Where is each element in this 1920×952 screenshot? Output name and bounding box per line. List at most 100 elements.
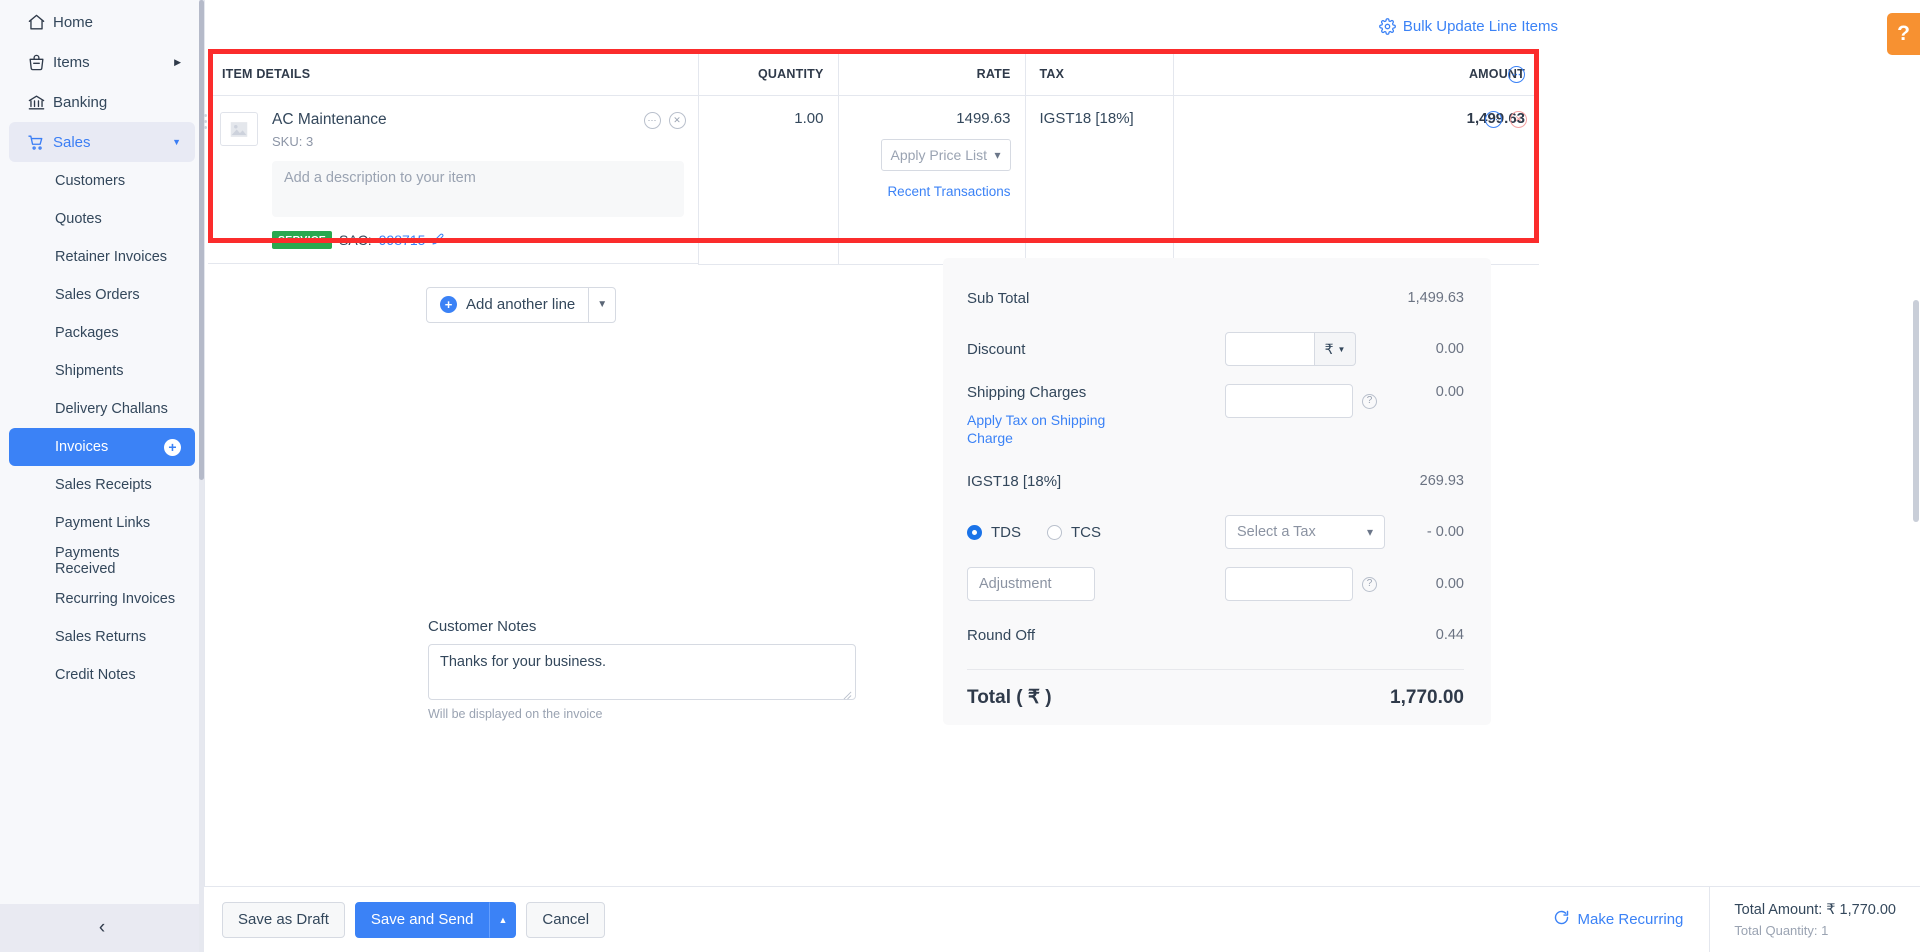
discount-row: Discount ₹ ▼ 0.00: [967, 332, 1464, 366]
adjustment-label-input[interactable]: Adjustment: [967, 567, 1095, 601]
sidebar-item-home-label: Home: [53, 14, 181, 31]
tds-amount: - 0.00: [1385, 524, 1464, 540]
amount-more-icon[interactable]: ⋯: [1485, 111, 1502, 128]
save-and-send-dropdown[interactable]: ▲: [489, 902, 516, 938]
column-header-tax: TAX: [1025, 53, 1173, 96]
cell-tax: IGST18 [18%]: [1025, 96, 1173, 265]
sidebar-item-sales-receipts[interactable]: Sales Receipts: [9, 466, 195, 504]
sidebar-item-shipments[interactable]: Shipments: [9, 352, 195, 390]
sidebar-item-customers[interactable]: Customers: [9, 162, 195, 200]
refresh-icon: [1553, 909, 1570, 930]
save-as-draft-button[interactable]: Save as Draft: [222, 902, 345, 938]
sub-total-label: Sub Total: [967, 290, 1225, 307]
bulk-update-row: Bulk Update Line Items: [204, 0, 1920, 52]
column-header-item-details: ITEM DETAILS: [208, 53, 698, 96]
add-another-line-dropdown[interactable]: ▼: [588, 288, 615, 322]
adjustment-input[interactable]: [1225, 567, 1353, 601]
page-scrollbar[interactable]: [1912, 0, 1920, 952]
bulk-update-line-items-label: Bulk Update Line Items: [1403, 18, 1558, 35]
add-another-line-label: Add another line: [466, 296, 575, 313]
sidebar-item-payment-links-label: Payment Links: [55, 515, 181, 531]
sidebar-item-sales-orders-label: Sales Orders: [55, 287, 181, 303]
pencil-icon[interactable]: [432, 233, 444, 248]
chevron-down-icon: ▾: [1367, 525, 1373, 539]
sidebar-item-sales-returns[interactable]: Sales Returns: [9, 618, 195, 656]
adjustment-amount: 0.00: [1377, 576, 1464, 592]
bulk-update-line-items-link[interactable]: Bulk Update Line Items: [1379, 18, 1558, 35]
sidebar: Home Items ▶ Banking Sales ▼: [0, 0, 204, 952]
sidebar-item-retainer-invoices[interactable]: Retainer Invoices: [9, 238, 195, 276]
shipping-controls: ?: [1225, 384, 1377, 418]
help-button[interactable]: ?: [1887, 13, 1920, 55]
sidebar-item-credit-notes[interactable]: Credit Notes: [9, 656, 195, 694]
sidebar-item-invoices[interactable]: Invoices +: [9, 428, 195, 466]
tds-radio[interactable]: [967, 525, 982, 540]
service-badge: SERVICE: [272, 231, 332, 249]
select-tax-dropdown[interactable]: Select a Tax ▾: [1225, 515, 1385, 549]
sidebar-group-sales[interactable]: Sales ▼: [9, 122, 195, 162]
cell-quantity[interactable]: 1.00: [698, 96, 838, 265]
customer-notes-textarea[interactable]: Thanks for your business.: [428, 644, 856, 700]
sidebar-item-recurring-invoices[interactable]: Recurring Invoices: [9, 580, 195, 618]
rate-value[interactable]: 1499.63: [853, 110, 1011, 127]
save-and-send-button[interactable]: Save and Send: [355, 902, 490, 938]
home-icon: [27, 13, 53, 32]
amount-remove-icon[interactable]: ✕: [1510, 111, 1527, 128]
tds-tax-controls: Select a Tax ▾: [1225, 515, 1385, 549]
add-another-line-main[interactable]: + Add another line: [427, 296, 588, 313]
make-recurring-button[interactable]: Make Recurring: [1553, 909, 1684, 930]
tax-select[interactable]: IGST18 [18%]: [1040, 110, 1159, 127]
apply-price-list-select[interactable]: Apply Price List ▾: [881, 139, 1011, 171]
plus-icon: +: [440, 296, 457, 313]
customer-notes-section: Customer Notes Thanks for your business.…: [428, 618, 856, 721]
item-info: AC Maintenance SKU: 3 Add a description …: [258, 110, 684, 249]
footer-total-quantity: Total Quantity: 1: [1734, 923, 1896, 938]
discount-amount: 0.00: [1360, 341, 1464, 357]
discount-input[interactable]: [1225, 332, 1315, 366]
tax-amount: 269.93: [1360, 473, 1464, 489]
grand-total-row: Total ( ₹ ) 1,770.00: [967, 669, 1464, 709]
cell-item-details: AC Maintenance SKU: 3 Add a description …: [208, 96, 698, 264]
sidebar-item-home[interactable]: Home: [9, 2, 195, 42]
customer-notes-hint: Will be displayed on the invoice: [428, 707, 856, 721]
sidebar-item-delivery-challans[interactable]: Delivery Challans: [9, 390, 195, 428]
add-invoice-icon[interactable]: +: [164, 439, 181, 456]
tcs-radio[interactable]: [1047, 525, 1062, 540]
sidebar-item-quotes[interactable]: Quotes: [9, 200, 195, 238]
sidebar-item-items[interactable]: Items ▶: [9, 42, 195, 82]
add-another-line-button[interactable]: + Add another line ▼: [426, 287, 616, 323]
row-remove-icon[interactable]: ✕: [669, 112, 686, 129]
item-sac-row: SERVICE SAC: 998715: [272, 231, 684, 249]
bank-icon: [27, 93, 53, 112]
adjustment-help-icon[interactable]: ?: [1362, 577, 1377, 592]
sac-value[interactable]: 998715: [379, 232, 426, 248]
sidebar-item-banking[interactable]: Banking: [9, 82, 195, 122]
sidebar-item-packages[interactable]: Packages: [9, 314, 195, 352]
sidebar-item-packages-label: Packages: [55, 325, 181, 341]
sidebar-collapse-button[interactable]: ‹: [0, 904, 204, 952]
discount-currency-select[interactable]: ₹ ▼: [1315, 332, 1356, 366]
item-description-input[interactable]: Add a description to your item: [272, 161, 684, 217]
sidebar-item-payment-links[interactable]: Payment Links: [9, 504, 195, 542]
adjustment-label-wrap: Adjustment: [967, 567, 1225, 601]
column-options-icon[interactable]: ⋯: [1508, 66, 1525, 83]
shipping-input[interactable]: [1225, 384, 1353, 418]
drag-handle-icon[interactable]: [204, 114, 214, 130]
tax-row: IGST18 [18%] 269.93: [967, 465, 1464, 497]
apply-tax-on-shipping-link[interactable]: Apply Tax on Shipping Charge: [967, 411, 1117, 447]
shipping-help-icon[interactable]: ?: [1362, 394, 1377, 409]
cancel-button[interactable]: Cancel: [526, 902, 605, 938]
resize-handle-icon[interactable]: [843, 688, 852, 697]
sidebar-item-payments-received-label: Payments Received: [55, 545, 181, 577]
column-header-rate: RATE: [838, 53, 1025, 96]
sidebar-item-payments-received[interactable]: Payments Received: [9, 542, 195, 580]
main-content: Bulk Update Line Items ITEM DETAILS QUAN…: [204, 0, 1920, 952]
recent-transactions-link[interactable]: Recent Transactions: [853, 184, 1011, 199]
shipping-block: Shipping Charges Apply Tax on Shipping C…: [967, 384, 1225, 447]
page-scrollbar-thumb[interactable]: [1913, 300, 1919, 522]
line-items-section: ITEM DETAILS QUANTITY RATE TAX AMOUNT ⋯: [204, 52, 1920, 265]
row-more-icon[interactable]: ⋯: [644, 112, 661, 129]
sidebar-item-sales-orders[interactable]: Sales Orders: [9, 276, 195, 314]
round-off-row: Round Off 0.44: [967, 619, 1464, 651]
item-name[interactable]: AC Maintenance: [272, 110, 684, 130]
